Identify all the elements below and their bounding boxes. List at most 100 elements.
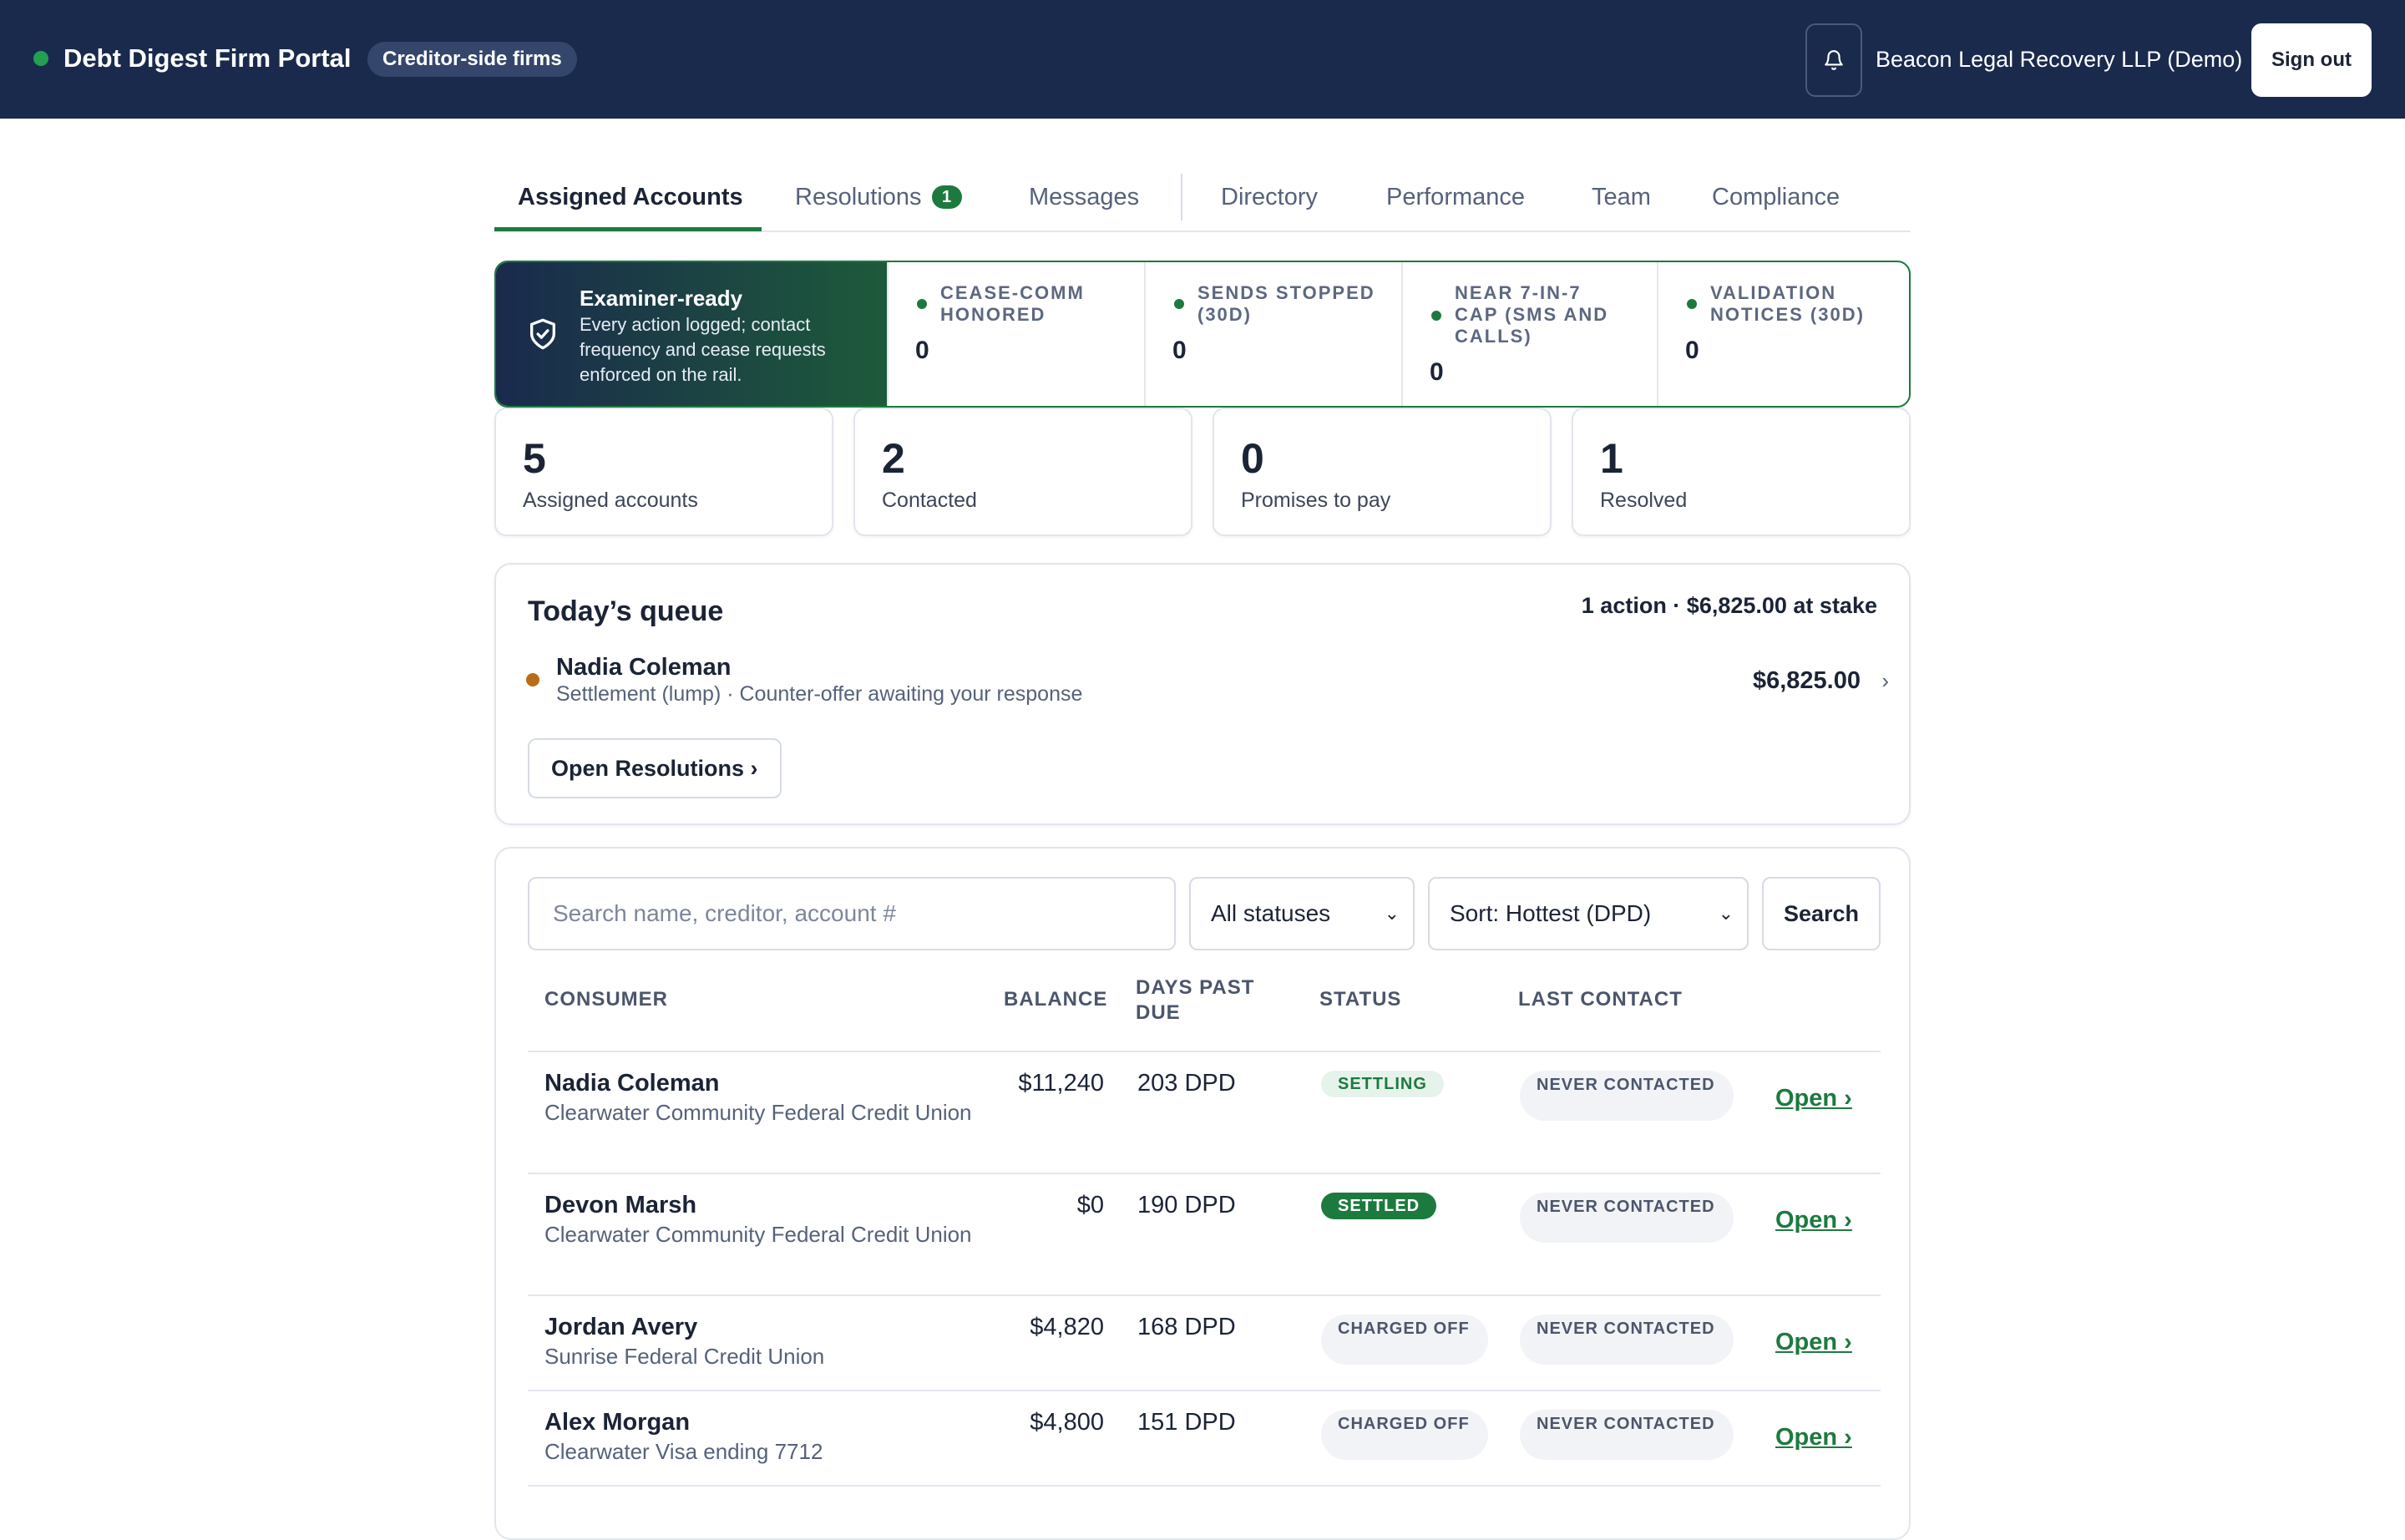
- priority-dot: [526, 673, 539, 686]
- stat-dot: [1174, 299, 1184, 309]
- search-input[interactable]: [528, 877, 1176, 950]
- metric-label: Assigned accounts: [523, 489, 698, 512]
- creditor-name: Clearwater Community Federal Credit Unio…: [544, 1222, 972, 1247]
- queue-item-amount: $6,825.00: [1752, 667, 1861, 694]
- creditor-name: Clearwater Community Federal Credit Unio…: [544, 1100, 972, 1125]
- metric-promises-to-pay: 0 Promises to pay: [1213, 408, 1552, 536]
- tab-label: Directory: [1221, 184, 1319, 210]
- column-header-status: Status: [1319, 988, 1402, 1011]
- stat-near-cap: Near 7-in-7 cap (SMS and calls) 0: [1401, 262, 1657, 406]
- status-filter-value: All statuses: [1211, 900, 1331, 926]
- table-row: Devon Marsh Clearwater Community Federal…: [528, 1174, 1881, 1296]
- stat-validation-notices: Validation notices (30d) 0: [1657, 262, 1909, 406]
- tab-label: Team: [1592, 184, 1651, 210]
- bell-icon: [1825, 50, 1843, 70]
- balance-value: $4,800: [1030, 1409, 1104, 1436]
- dpd-value: 151 DPD: [1137, 1409, 1236, 1436]
- table-row: Alex Morgan Clearwater Visa ending 7712 …: [528, 1391, 1881, 1487]
- creditor-name: Sunrise Federal Credit Union: [544, 1344, 825, 1369]
- metric-label: Contacted: [882, 489, 977, 512]
- tab-compliance[interactable]: Compliance: [1712, 180, 1840, 214]
- balance-value: $4,820: [1030, 1314, 1104, 1340]
- column-header-days-past-due: Days past due: [1136, 976, 1255, 1024]
- consumer-name: Jordan Avery: [544, 1314, 698, 1340]
- tab-team[interactable]: Team: [1592, 180, 1651, 214]
- stat-value: 0: [915, 337, 929, 364]
- audience-pill: Creditor-side firms: [367, 42, 577, 77]
- search-button[interactable]: Search: [1762, 877, 1881, 950]
- tab-performance[interactable]: Performance: [1386, 180, 1525, 214]
- tab-divider: [1181, 174, 1182, 220]
- stat-value: 0: [1685, 337, 1699, 364]
- metric-value: 5: [523, 435, 546, 482]
- table-row: Jordan Avery Sunrise Federal Credit Unio…: [528, 1296, 1881, 1391]
- status-badge: Settled: [1321, 1193, 1437, 1219]
- stat-value: 0: [1172, 337, 1187, 364]
- open-account-link[interactable]: Open ›: [1775, 1082, 1852, 1114]
- chevron-right-icon: ›: [1881, 668, 1889, 693]
- brand-status-dot: [33, 51, 48, 66]
- dpd-value: 203 DPD: [1137, 1070, 1236, 1097]
- tab-label: Performance: [1386, 184, 1526, 210]
- queue-item-name: Nadia Coleman: [556, 654, 732, 681]
- table-row: Nadia Coleman Clearwater Community Feder…: [528, 1052, 1881, 1174]
- accounts-card: All statuses ⌄ Sort: Hottest (DPD) ⌄ Sea…: [494, 847, 1911, 1540]
- metric-assigned-accounts: 5 Assigned accounts: [494, 408, 833, 536]
- column-header-last-contact: Last contact: [1518, 988, 1683, 1011]
- metric-resolved: 1 Resolved: [1572, 408, 1911, 536]
- column-header-balance: Balance: [1004, 988, 1108, 1011]
- stat-label: Near 7-in-7 cap (SMS and calls): [1455, 282, 1609, 347]
- status-filter-select[interactable]: All statuses ⌄: [1189, 877, 1415, 950]
- stat-value: 0: [1430, 358, 1444, 386]
- compliance-strip: Examiner-ready Every action logged; cont…: [494, 261, 1911, 408]
- open-account-link[interactable]: Open ›: [1775, 1421, 1852, 1453]
- status-badge: Settling: [1321, 1071, 1444, 1097]
- queue-item-detail: Settlement (lump) · Counter-offer awaiti…: [556, 682, 1083, 706]
- firm-name: Beacon Legal Recovery LLP (Demo): [1876, 47, 2243, 72]
- resolutions-count-badge: 1: [931, 185, 962, 209]
- todays-queue-card: Today’s queue 1 action · $6,825.00 at st…: [494, 563, 1911, 825]
- open-account-link[interactable]: Open ›: [1775, 1204, 1852, 1236]
- open-account-link[interactable]: Open ›: [1775, 1326, 1852, 1358]
- queue-summary: 1 action · $6,825.00 at stake: [1581, 593, 1877, 618]
- stat-dot: [1431, 311, 1441, 321]
- column-header-consumer: Consumer: [544, 988, 669, 1011]
- stat-label: Sends stopped (30d): [1197, 282, 1375, 325]
- metric-contacted: 2 Contacted: [853, 408, 1192, 536]
- queue-title: Today’s queue: [528, 595, 724, 627]
- dpd-value: 168 DPD: [1137, 1314, 1236, 1340]
- metric-label: Resolved: [1600, 489, 1688, 512]
- creditor-name: Clearwater Visa ending 7712: [544, 1439, 823, 1464]
- top-bar: Debt Digest Firm Portal Creditor-side fi…: [0, 0, 2405, 119]
- sign-out-button[interactable]: Sign out: [2251, 23, 2372, 97]
- shield-check-icon: [530, 318, 555, 350]
- portal-title: Debt Digest Firm Portal: [63, 43, 352, 73]
- stat-sends-stopped: Sends stopped (30d) 0: [1144, 262, 1401, 406]
- tab-resolutions[interactable]: Resolutions 1: [795, 180, 962, 214]
- examiner-ready-title: Examiner-ready: [580, 286, 743, 311]
- stat-cease-comm: Cease-comm honored 0: [887, 262, 1144, 406]
- notifications-button[interactable]: [1805, 23, 1862, 97]
- metric-value: 1: [1600, 435, 1623, 482]
- balance-value: $11,240: [1018, 1070, 1104, 1097]
- status-badge: Charged off: [1321, 1315, 1488, 1365]
- tab-directory[interactable]: Directory: [1221, 180, 1318, 214]
- tab-label: Resolutions: [795, 184, 922, 210]
- status-badge: Charged off: [1321, 1410, 1488, 1460]
- stat-dot: [917, 299, 927, 309]
- active-tab-indicator: [494, 227, 762, 231]
- tab-assigned-accounts[interactable]: Assigned Accounts: [518, 180, 743, 214]
- consumer-name: Nadia Coleman: [544, 1070, 720, 1097]
- tab-messages[interactable]: Messages: [1029, 180, 1139, 214]
- dpd-value: 190 DPD: [1137, 1192, 1236, 1218]
- metric-label: Promises to pay: [1241, 489, 1391, 512]
- tab-label: Compliance: [1712, 184, 1840, 210]
- examiner-ready-description: Every action logged; contact frequency a…: [580, 314, 826, 385]
- open-resolutions-button[interactable]: Open Resolutions ›: [528, 738, 782, 798]
- sort-select[interactable]: Sort: Hottest (DPD) ⌄: [1428, 877, 1749, 950]
- metric-value: 0: [1241, 435, 1264, 482]
- sort-value: Sort: Hottest (DPD): [1450, 900, 1652, 926]
- stat-label: Cease-comm honored: [940, 282, 1085, 325]
- queue-item[interactable]: Nadia Coleman Settlement (lump) · Counte…: [519, 648, 1889, 715]
- consumer-name: Alex Morgan: [544, 1409, 691, 1436]
